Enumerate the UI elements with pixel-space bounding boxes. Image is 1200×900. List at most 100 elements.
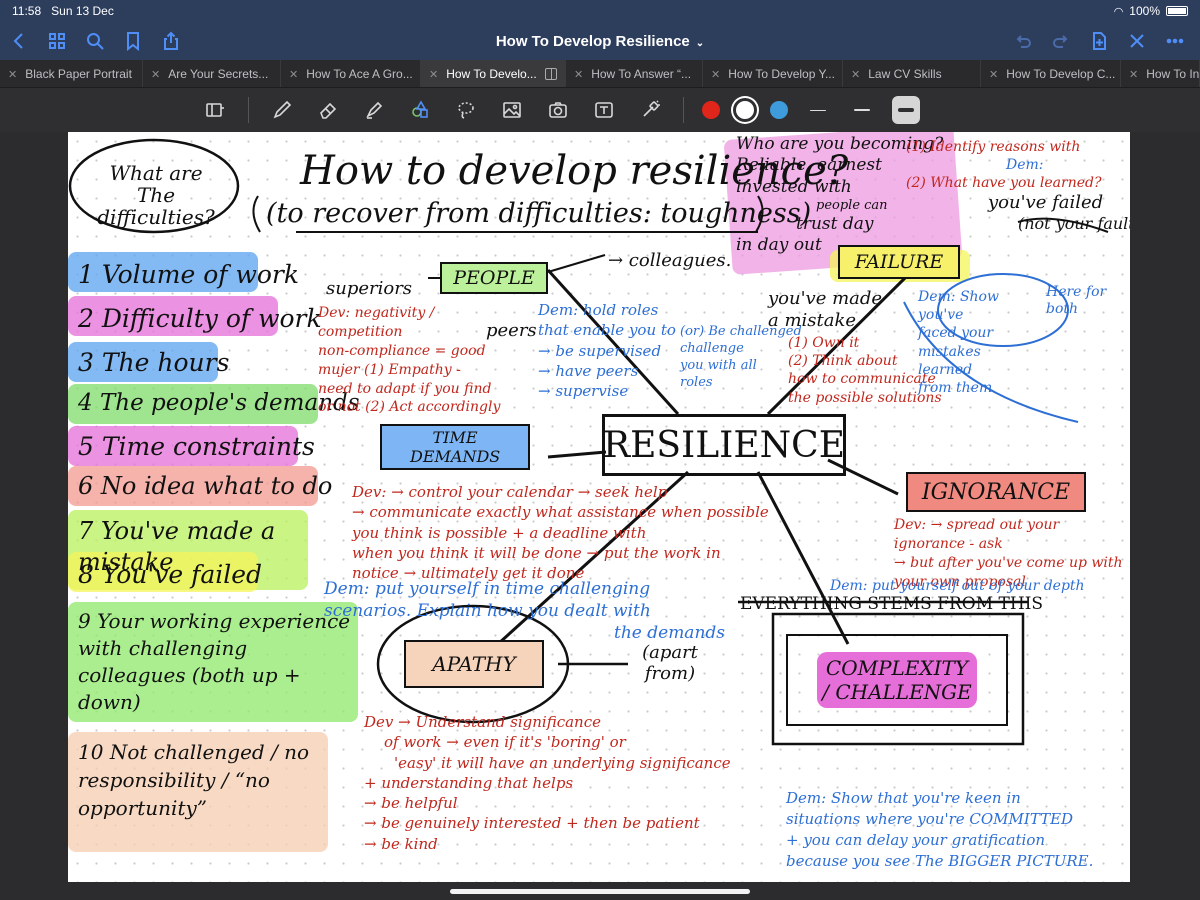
redo-button[interactable]	[1042, 22, 1080, 60]
add-page-button[interactable]	[1080, 22, 1118, 60]
undo-button[interactable]	[1004, 22, 1042, 60]
shapes-tool[interactable]	[405, 95, 435, 125]
laser-pointer-icon	[643, 100, 660, 117]
bottom-blue-note: Dem: Show that you're keen in situations…	[786, 788, 1093, 872]
list-number: 6	[78, 472, 94, 500]
node-apathy-label: APATHY	[432, 652, 516, 676]
close-edit-button[interactable]	[1118, 22, 1156, 60]
close-icon[interactable]: ✕	[989, 68, 998, 81]
node-complexity: COMPLEXITY / CHALLENGE	[786, 634, 1008, 726]
everything-stems-label: EVERYTHING STEMS FROM THIS	[740, 594, 1044, 614]
node-failure: FAILURE	[838, 245, 960, 279]
note-page[interactable]: What are The difficulties? How to develo…	[68, 132, 1130, 882]
toolbar-divider	[683, 97, 684, 123]
apathy-red-line: + understanding that helps	[364, 773, 574, 792]
tab-are-your-secrets[interactable]: ✕ Are Your Secrets...	[143, 60, 281, 87]
list-item: 3 The hours	[78, 348, 229, 377]
not-your-fault-label: (not your fault)	[1018, 214, 1130, 233]
color-swatch-white[interactable]	[736, 101, 754, 119]
status-time: 11:58	[12, 4, 42, 18]
home-indicator[interactable]	[450, 889, 750, 894]
close-icon[interactable]: ✕	[574, 68, 583, 81]
node-resilience: RESILIENCE	[602, 414, 846, 476]
close-icon[interactable]: ✕	[851, 68, 860, 81]
apart-from-label: (apart from)	[642, 642, 698, 684]
time-blue-line: the demands	[614, 623, 725, 644]
tab-how-to-ace[interactable]: ✕ How To Ace A Gro...	[281, 60, 421, 87]
spoke-time	[547, 450, 607, 459]
close-icon[interactable]: ✕	[8, 68, 17, 81]
lasso-icon	[458, 102, 474, 119]
close-icon[interactable]: ✕	[151, 68, 160, 81]
tab-how-to-develop-c[interactable]: ✕ How To Develop C...	[981, 60, 1121, 87]
image-tool[interactable]	[497, 95, 527, 125]
tab-how-to-develop-y[interactable]: ✕ How To Develop Y...	[703, 60, 843, 87]
lasso-tool[interactable]	[451, 95, 481, 125]
search-button[interactable]	[76, 22, 114, 60]
tab-law-cv-skills[interactable]: ✕ Law CV Skills	[843, 60, 981, 87]
pen-off-icon	[1130, 34, 1144, 48]
failure-top-line: (2) What have you learned?	[906, 175, 1102, 192]
bottom-blue-line: Dem: Show that you're keen in	[786, 789, 1021, 807]
people-blue-line: → be supervised	[538, 341, 662, 360]
node-ignorance-label: IGNORANCE	[921, 479, 1071, 505]
color-swatch-red[interactable]	[702, 101, 720, 119]
camera-tool[interactable]	[543, 95, 573, 125]
read-mode-tool[interactable]	[200, 95, 230, 125]
stroke-width-medium[interactable]	[848, 96, 876, 124]
list-number: 4	[78, 390, 93, 416]
color-swatch-blue[interactable]	[770, 101, 788, 119]
split-view-icon[interactable]	[544, 68, 557, 80]
pen-tool[interactable]	[267, 95, 297, 125]
back-button[interactable]	[0, 22, 38, 60]
colleagues-arrow	[547, 254, 606, 273]
stroke-width-thick[interactable]	[892, 96, 920, 124]
node-time-label: TIME DEMANDS	[410, 428, 501, 466]
people-blue-line: roles	[680, 374, 713, 390]
close-icon[interactable]: ✕	[289, 68, 298, 81]
apathy-red-line: 'easy' it will have an underlying signif…	[394, 753, 731, 772]
people-blue-line: → have peers	[538, 361, 639, 380]
ignorance-red-line: ignorance - ask	[894, 535, 1003, 552]
tab-black-paper-portrait[interactable]: ✕ Black Paper Portrait	[0, 60, 143, 87]
list-number: 2	[78, 304, 94, 333]
people-blue-note: Dem: hold roles that enable you to → be …	[538, 300, 676, 401]
mistake-line: you've made	[768, 288, 883, 309]
text-box-icon	[595, 102, 613, 118]
close-icon[interactable]: ✕	[429, 68, 438, 81]
redo-icon	[1053, 35, 1068, 48]
stroke-width-thin[interactable]	[804, 96, 832, 124]
tab-bar: ✕ Black Paper Portrait ✕ Are Your Secrets.…	[0, 60, 1200, 88]
list-text: The hours	[101, 348, 230, 377]
tab-label: Law CV Skills	[868, 67, 942, 81]
mistake-note: you've made a mistake	[768, 288, 882, 331]
laser-pointer-tool[interactable]	[635, 95, 665, 125]
tab-label: How To Answer “...	[591, 67, 692, 81]
close-icon[interactable]: ✕	[1129, 68, 1138, 81]
ignorance-red-line: Dev: → spread out your	[894, 517, 1060, 533]
text-tool[interactable]	[589, 95, 619, 125]
bookmark-button[interactable]	[114, 22, 152, 60]
failure-top-note: (1) Identify reasons with Dem: (2) What …	[906, 138, 1102, 193]
share-button[interactable]	[152, 22, 190, 60]
tab-how-to-answer[interactable]: ✕ How To Answer “...	[566, 60, 703, 87]
tab-how-to-develop-resilience[interactable]: ✕ How To Develo...	[421, 60, 566, 87]
apathy-red-line: of work → even if it's 'boring' or	[384, 733, 626, 752]
list-number: 1	[78, 260, 94, 289]
highlighter-tool[interactable]	[359, 95, 389, 125]
time-red-line: you think is possible + a deadline with	[352, 523, 647, 542]
list-number: 3	[78, 348, 94, 377]
thumbnails-button[interactable]	[38, 22, 76, 60]
tab-label: How To Develo...	[446, 67, 537, 81]
close-icon[interactable]: ✕	[711, 68, 720, 81]
list-text: Time constraints	[101, 432, 315, 461]
people-blue-line: → supervise	[538, 382, 629, 400]
tab-how-to-in[interactable]: ✕ How To In	[1121, 60, 1200, 87]
canvas-area[interactable]: What are The difficulties? How to develo…	[0, 132, 1200, 900]
eraser-tool[interactable]	[313, 95, 343, 125]
list-text: No idea what to do	[100, 472, 333, 500]
superiors-label: superiors	[326, 278, 413, 299]
people-red-line: competition	[318, 323, 403, 340]
becoming-line: people can	[816, 197, 888, 213]
more-button[interactable]	[1156, 22, 1194, 60]
